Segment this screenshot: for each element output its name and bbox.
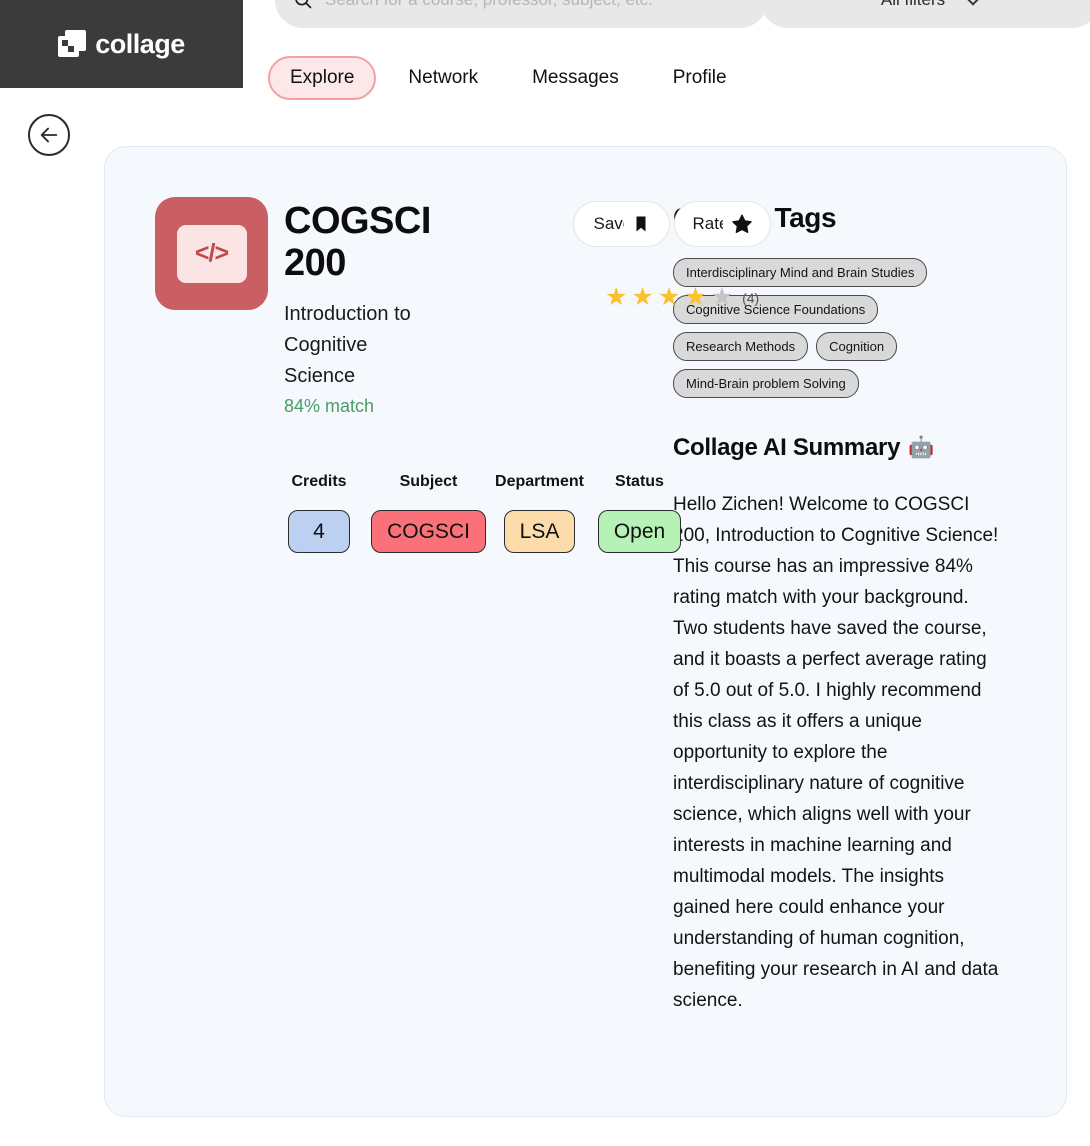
stat-credits: Credits 4 [273, 473, 365, 553]
tag-item[interactable]: Cognition [816, 332, 898, 361]
stat-subject-value: COGSCI [371, 510, 486, 553]
main-nav: Explore Network Messages Profile [268, 56, 749, 100]
course-stats: Credits 4 Subject COGSCI Department LSA … [273, 473, 692, 553]
course-detail-card: </> COGSCI 200 Introduction to Cognitive… [104, 146, 1067, 1117]
stat-status-label: Status [615, 473, 664, 490]
app-root: collage All filters Explore Network Mess… [0, 0, 1090, 1146]
back-button[interactable] [28, 114, 70, 156]
course-tags-list: Interdisciplinary Mind and Brain Studies… [673, 258, 1007, 398]
search-bar[interactable] [275, 0, 768, 28]
stat-status: Status Open [587, 473, 692, 553]
all-filters-dropdown[interactable]: All filters [760, 0, 1090, 28]
collage-squares-icon [58, 30, 87, 58]
course-rating: ★ ★ ★ ★ ★ (4) [605, 285, 759, 310]
ai-summary-title-text: Collage AI Summary [673, 434, 901, 461]
status-badge: Open [597, 510, 682, 553]
search-icon [295, 0, 312, 9]
save-button[interactable]: Save [573, 201, 670, 247]
rating-star-5: ★ [710, 283, 734, 311]
robot-icon: 🤖 [908, 436, 934, 459]
bookmark-icon [636, 216, 645, 232]
course-icon-glyph: </> [176, 224, 247, 283]
stat-department-value: LSA [503, 510, 576, 553]
tab-messages[interactable]: Messages [510, 56, 641, 100]
course-action-buttons: Save Rate [573, 201, 771, 247]
arrow-left-icon [40, 127, 58, 143]
course-title-block: COGSCI 200 Introduction to Cognitive Sci… [284, 197, 444, 417]
code-brackets-icon: </> [155, 197, 268, 310]
tab-explore[interactable]: Explore [268, 56, 377, 100]
stat-subject: Subject COGSCI [365, 473, 492, 553]
rating-count: (4) [742, 289, 760, 306]
star-icon [731, 214, 752, 233]
brand-logo-panel[interactable]: collage [0, 0, 243, 88]
tab-network[interactable]: Network [386, 56, 500, 100]
save-button-label: Save [593, 214, 624, 233]
course-header: </> COGSCI 200 Introduction to Cognitive… [155, 197, 645, 417]
course-card-left-column: </> COGSCI 200 Introduction to Cognitive… [105, 147, 771, 1116]
ai-summary-text: Hello Zichen! Welcome to COGSCI 200, Int… [673, 494, 999, 1011]
rating-star-1: ★ [605, 283, 628, 311]
chevron-down-icon [964, 0, 982, 6]
stat-credits-value: 4 [288, 510, 350, 553]
stat-credits-label: Credits [291, 473, 347, 490]
rating-star-3: ★ [657, 283, 681, 311]
rating-star-4: ★ [684, 283, 707, 311]
tag-item[interactable]: Research Methods [673, 332, 809, 361]
course-code: COGSCI 200 [284, 200, 431, 284]
rating-star-2: ★ [631, 283, 654, 311]
ai-summary-title: Collage AI Summary 🤖 [673, 434, 1016, 462]
rate-button[interactable]: Rate [674, 201, 771, 247]
brand-wordmark: collage [95, 28, 185, 59]
search-input[interactable] [325, 0, 750, 28]
tag-item[interactable]: Mind-Brain problem Solving [673, 369, 859, 398]
stat-department-label: Department [495, 473, 584, 490]
rate-button-label: Rate [692, 214, 723, 233]
stat-subject-label: Subject [399, 473, 458, 490]
stat-department: Department LSA [492, 473, 587, 553]
match-percentage: 84% match [284, 395, 375, 416]
course-name: Introduction to Cognitive Science [284, 302, 411, 387]
all-filters-label: All filters [881, 0, 945, 10]
tab-profile[interactable]: Profile [651, 56, 749, 100]
